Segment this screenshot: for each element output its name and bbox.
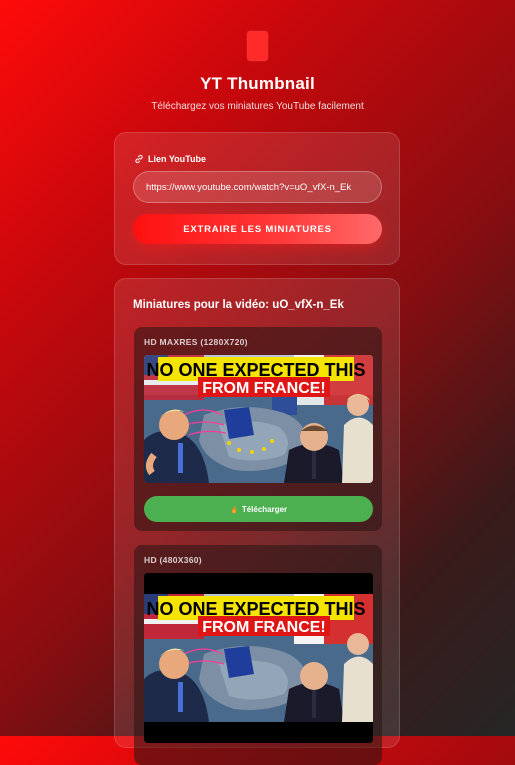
thumbnail-card-maxres: HD MAXRES (1280X720) NO ONE EXPECTED THI… xyxy=(134,327,382,531)
link-icon xyxy=(135,154,143,164)
results-title: Miniatures pour la vidéo: uO_vfX-n_Ek xyxy=(133,299,344,311)
thumbnail-resolution-label: HD MAXRES (1280X720) xyxy=(144,337,248,347)
app-title: YT Thumbnail xyxy=(200,74,315,93)
results-card: Miniatures pour la vidéo: uO_vfX-n_Ek HD… xyxy=(114,278,400,765)
download-button-maxres[interactable]: Télécharger xyxy=(144,496,373,522)
url-field-label-text: Lien YouTube xyxy=(148,154,206,164)
thumbnail-image-maxres: NO ONE EXPECTED THIS FROM FRANCE! xyxy=(144,355,373,483)
thumbnail-card-hd: HD (480X360) NO ONE EXPECTED THIS FROM F… xyxy=(134,545,382,765)
thumbnail-resolution-label: HD (480X360) xyxy=(144,555,202,565)
thumbnail-image-hd: NO ONE EXPECTED THIS FROM FRANCE! xyxy=(144,573,373,743)
url-field-label: Lien YouTube xyxy=(134,154,206,164)
fire-icon xyxy=(231,504,237,513)
app-subtitle: Téléchargez vos miniatures YouTube facil… xyxy=(151,101,364,112)
thumbnail-headline-2: FROM FRANCE! xyxy=(202,619,326,636)
extract-thumbnails-button[interactable]: EXTRAIRE LES MINIATURES xyxy=(133,214,382,244)
url-form-card: Lien YouTube EXTRAIRE LES MINIATURES xyxy=(114,132,400,265)
thumbnail-headline-2: FROM FRANCE! xyxy=(202,380,326,397)
download-button-label: Télécharger xyxy=(241,504,288,514)
app-logo xyxy=(247,31,268,61)
youtube-url-input[interactable] xyxy=(133,171,382,203)
